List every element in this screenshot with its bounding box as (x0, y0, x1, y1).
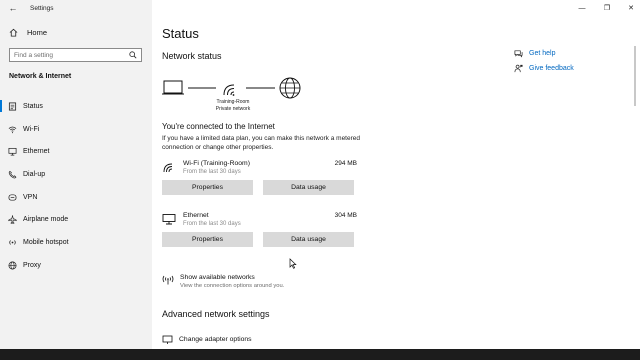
get-help-link[interactable]: Get help (514, 46, 574, 61)
ethernet-icon (8, 147, 17, 156)
sidebar-item-label: Mobile hotspot (23, 238, 69, 246)
sidebar-item-wifi[interactable]: Wi-Fi (0, 118, 152, 141)
sidebar-nav: Status Wi-Fi Ethernet Dial-up VPN Airpla… (0, 95, 152, 277)
taskbar (0, 349, 640, 360)
network-name-block: Training-Room Private network (198, 99, 268, 112)
adapter-usage-period: From the last 30 days (183, 169, 241, 175)
laptop-icon (162, 80, 184, 95)
adapter-usage-period: From the last 30 days (183, 221, 241, 227)
connection-status-title: You're connected to the Internet (162, 122, 275, 131)
sidebar-item-mobile-hotspot[interactable]: Mobile hotspot (0, 231, 152, 254)
home-icon (9, 28, 18, 37)
show-networks-title: Show available networks (180, 274, 255, 281)
page-title: Status (162, 26, 199, 41)
home-link[interactable]: Home (9, 28, 47, 37)
give-feedback-link[interactable]: Give feedback (514, 61, 574, 76)
antenna-icon (162, 275, 174, 285)
section-label: Network & Internet (9, 73, 72, 80)
wifi-icon (223, 84, 235, 96)
home-label: Home (27, 28, 48, 37)
adapter-name: Ethernet (183, 212, 209, 219)
network-diagram (162, 77, 301, 99)
wifi-icon (163, 163, 173, 173)
show-available-networks-link[interactable]: Show available networks View the connect… (162, 274, 284, 289)
chat-help-icon (514, 50, 523, 58)
globe-icon (279, 77, 301, 99)
globe-icon (8, 261, 17, 270)
wifi-properties-button[interactable]: Properties (162, 180, 253, 195)
ethernet-data-usage-button[interactable]: Data usage (263, 232, 354, 247)
sidebar-item-label: Wi-Fi (23, 125, 40, 133)
search-box[interactable] (9, 48, 142, 62)
dialup-icon (8, 170, 17, 179)
ethernet-icon (162, 214, 176, 225)
vpn-icon (8, 193, 17, 202)
help-links: Get help Give feedback (514, 46, 574, 76)
title-bar: ← Settings (0, 0, 152, 16)
adapter-icon (162, 335, 173, 344)
back-arrow-icon[interactable]: ← (5, 3, 21, 13)
sidebar-item-label: Dial-up (23, 170, 46, 178)
sidebar-item-vpn[interactable]: VPN (0, 186, 152, 209)
airplane-icon (8, 215, 17, 225)
wifi-icon (8, 125, 17, 134)
scrollbar-thumb[interactable] (634, 46, 636, 106)
sidebar-item-label: Proxy (23, 261, 41, 269)
advanced-settings-heading: Advanced network settings (162, 309, 270, 319)
change-adapter-options-link[interactable]: Change adapter options (162, 335, 252, 344)
scrollbar[interactable] (634, 16, 637, 316)
sidebar-item-proxy[interactable]: Proxy (0, 254, 152, 277)
main-content: Status Network status Training-Room Priv… (152, 0, 640, 360)
ethernet-properties-button[interactable]: Properties (162, 232, 253, 247)
hotspot-icon (8, 238, 17, 247)
sidebar: ← Settings Home Network & Internet Statu… (0, 0, 152, 360)
sidebar-item-dialup[interactable]: Dial-up (0, 163, 152, 186)
adapter-data-size: 304 MB (334, 212, 357, 219)
network-status-heading: Network status (162, 51, 222, 61)
show-networks-description: View the connection options around you. (180, 283, 285, 289)
network-type: Private network (215, 105, 251, 112)
adapter-card-wifi: Wi-Fi (Training-Room) From the last 30 d… (162, 160, 357, 195)
adapter-card-ethernet: Ethernet From the last 30 days 304 MB Pr… (162, 212, 357, 247)
change-adapter-label: Change adapter options (179, 336, 252, 343)
sidebar-item-ethernet[interactable]: Ethernet (0, 140, 152, 163)
mouse-cursor-icon (289, 258, 297, 269)
sidebar-item-label: Ethernet (23, 148, 50, 156)
feedback-icon (514, 64, 523, 73)
app-title: Settings (30, 4, 54, 12)
status-icon (8, 102, 17, 111)
sidebar-item-label: Status (23, 102, 43, 110)
sidebar-item-label: VPN (23, 193, 38, 201)
give-feedback-label: Give feedback (529, 65, 574, 72)
get-help-label: Get help (529, 50, 556, 57)
search-input[interactable] (14, 51, 124, 59)
search-icon (129, 51, 137, 59)
adapter-name: Wi-Fi (Training-Room) (183, 160, 250, 167)
sidebar-item-airplane-mode[interactable]: Airplane mode (0, 208, 152, 231)
connection-status-description: If you have a limited data plan, you can… (162, 135, 360, 151)
adapter-data-size: 294 MB (334, 160, 357, 167)
wifi-data-usage-button[interactable]: Data usage (263, 180, 354, 195)
sidebar-item-status[interactable]: Status (0, 95, 152, 118)
sidebar-item-label: Airplane mode (23, 216, 69, 224)
